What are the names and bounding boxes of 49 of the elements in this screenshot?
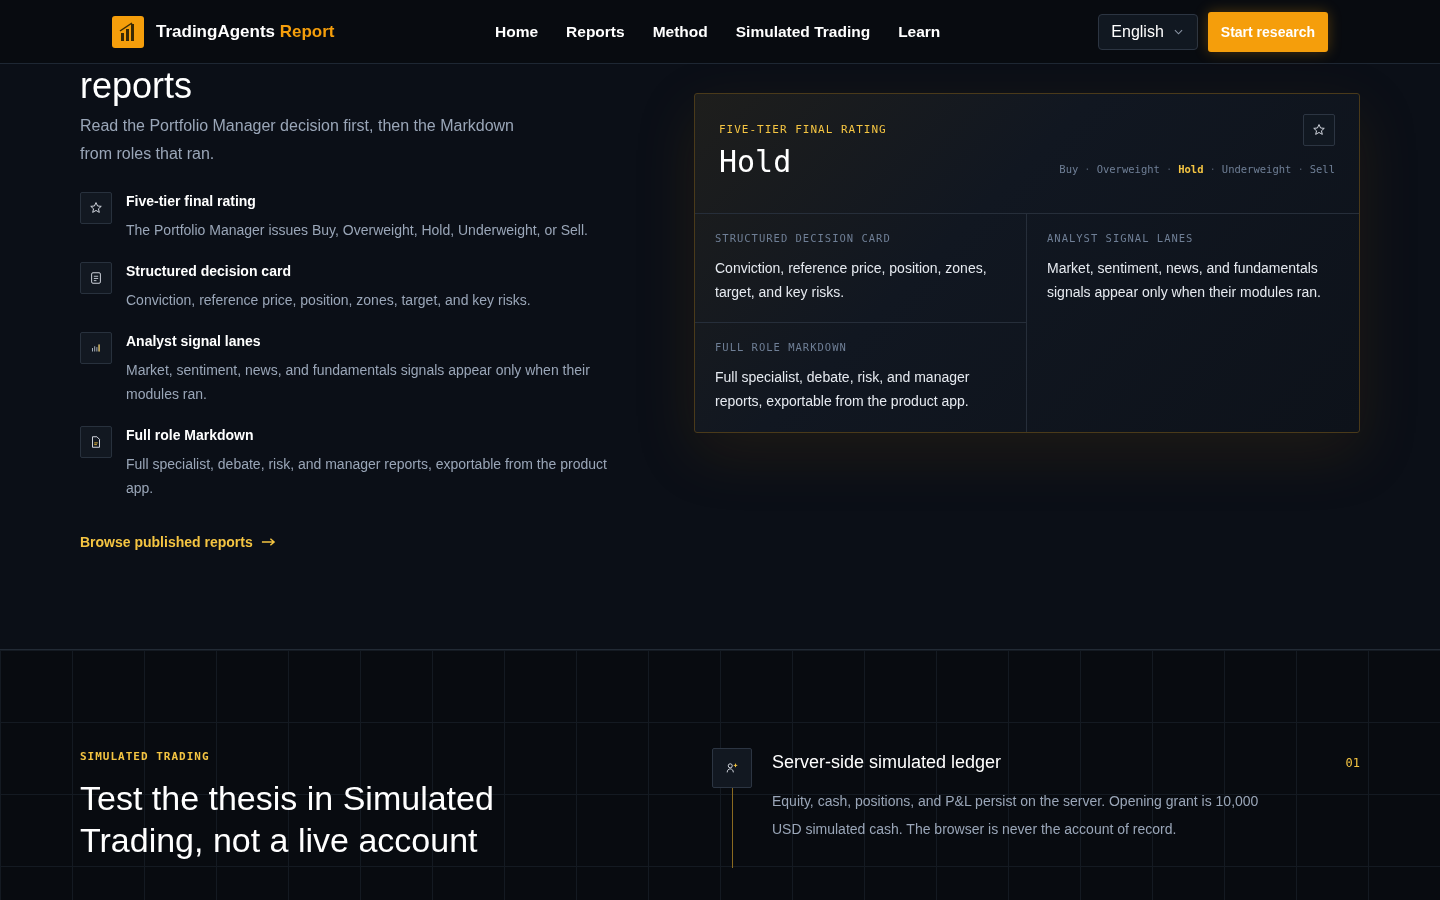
nav-link[interactable]: Simulated Trading (735, 22, 871, 41)
rating-tier-label: Buy (1059, 163, 1079, 175)
rating-tier-label: Overweight (1096, 163, 1160, 175)
browse-reports-link[interactable]: Browse published reports (80, 534, 276, 550)
separator-dot: · (1084, 163, 1091, 175)
rating-tier-label: Sell (1309, 163, 1335, 175)
favorite-button[interactable] (1303, 114, 1335, 146)
cell-label: STRUCTURED DECISION CARD (715, 232, 892, 244)
arrow-right-icon (260, 537, 276, 547)
separator-dot: · (1165, 163, 1173, 175)
bar-chart-logo-icon (112, 15, 144, 48)
step-title: Server-side simulated ledger (772, 752, 1002, 773)
card-eyebrow: FIVE-TIER FINAL RATING (719, 123, 887, 136)
feature-title: Full role Markdown (126, 426, 255, 444)
brand-name[interactable]: TradingAgents Report (156, 21, 335, 42)
cell-text: Full specialist, debate, risk, and manager reports, exportable from the product app. (715, 368, 971, 411)
rating-tier-label: Underweight (1221, 163, 1292, 175)
cell-label: FULL ROLE MARKDOWN (715, 341, 848, 353)
section-heading: Test the thesis in Simulated Trading, not a live account (80, 778, 495, 861)
cell-label: ANALYST SIGNAL LANES (1047, 232, 1195, 244)
feature-description: Market, sentiment, news, and fundamentals signals appear only when their modules ran. (126, 361, 591, 404)
step-number: 01 (1345, 755, 1360, 770)
feature-description: Full specialist, debate, risk, and manager reports, exportable from the product app. (126, 455, 608, 498)
nav-link[interactable]: Method (652, 22, 708, 41)
feature-title: Five-tier final rating (126, 192, 257, 210)
feature-description: Conviction, reference price, position, zones, target, and key risks. (126, 291, 532, 310)
document-list-icon (89, 271, 103, 285)
feature-description: The Portfolio Manager issues Buy, Overweight, Hold, Underweight, or Sell. (126, 221, 589, 240)
star-icon (89, 201, 103, 215)
section-heading: reports (80, 66, 194, 106)
language-select[interactable]: English (1098, 13, 1198, 50)
nav-link[interactable]: Reports (566, 22, 625, 41)
nav-link[interactable]: Learn (898, 22, 941, 41)
cell-text: Market, sentiment, news, and fundamentals signals appear only when their modules ran. (1047, 259, 1322, 302)
lead-paragraph: Read the Portfolio Manager decision first, then the Markdown from roles that ran. (80, 116, 515, 164)
rating-tier-label: Hold (1178, 163, 1204, 175)
cell-text: Conviction, reference price, position, zones, target, and key risks. (715, 259, 988, 302)
star-icon (1312, 123, 1326, 137)
user-plus-icon (725, 761, 739, 775)
rating-value: Hold (719, 144, 792, 179)
document-icon (89, 435, 103, 449)
step-description: Equity, cash, positions, and P&L persist on the server. Opening grant is 10,000 USD simulated cash. The browser is never the account of record. (772, 792, 1260, 839)
separator-dot: · (1297, 163, 1304, 175)
feature-title: Analyst signal lanes (126, 332, 262, 350)
feature-title: Structured decision card (126, 262, 292, 280)
section-eyebrow: SIMULATED TRADING (80, 750, 211, 763)
nav-link[interactable]: Home (495, 22, 539, 41)
chevron-down-icon (1173, 28, 1183, 35)
separator-dot: · (1209, 163, 1216, 175)
